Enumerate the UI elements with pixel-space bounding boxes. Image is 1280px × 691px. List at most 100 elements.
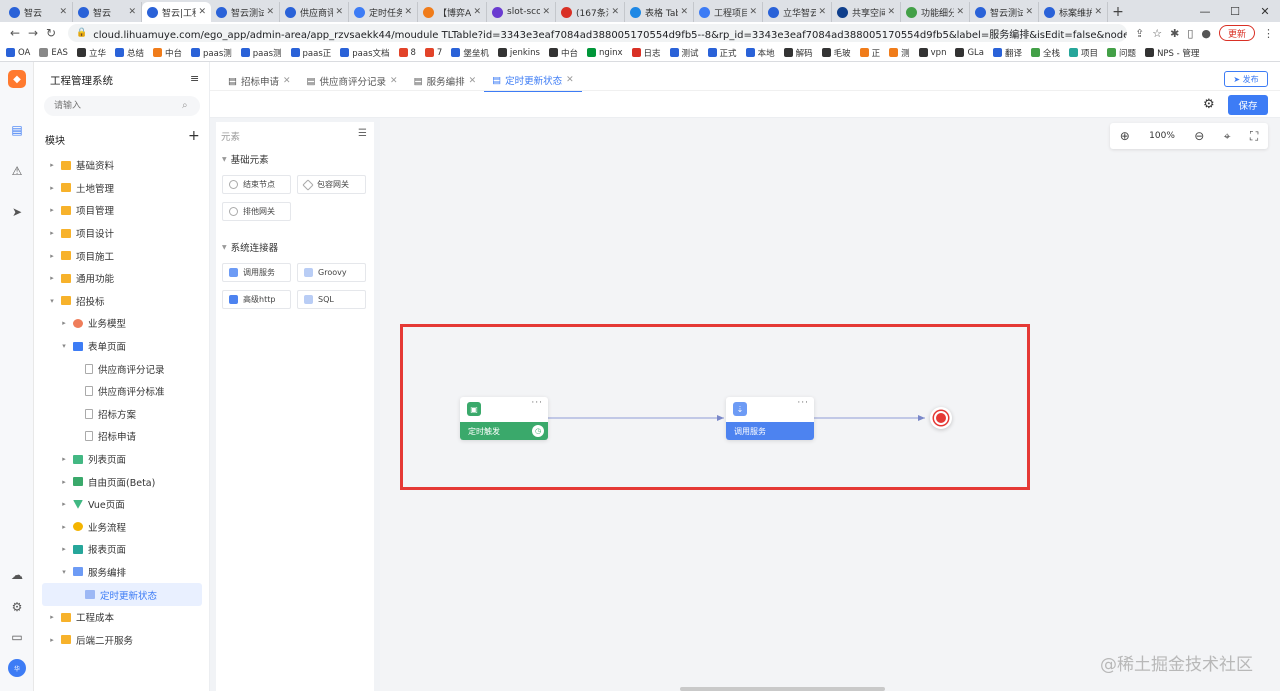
browser-tab[interactable]: 供应商评 ✕ <box>280 2 349 22</box>
canvas-scrollbar[interactable] <box>680 687 885 691</box>
folder-icon[interactable]: ▤ <box>9 122 25 138</box>
page-tab[interactable]: ▤ 服务编排 ✕ <box>406 70 485 92</box>
tree-item[interactable]: ▸ 通用功能 <box>34 267 210 290</box>
tree-item[interactable]: ▸ 项目设计 <box>34 222 210 245</box>
browser-tab[interactable]: 智云测试 ✕ <box>970 2 1039 22</box>
bookmark-item[interactable]: 日志 <box>631 47 661 59</box>
caret-icon[interactable]: ▸ <box>59 455 69 463</box>
page-tab[interactable]: ▤ 供应商评分记录 ✕ <box>299 70 406 92</box>
tab-close-icon[interactable]: ✕ <box>390 76 398 86</box>
bookmark-item[interactable]: 7 <box>424 48 442 58</box>
minimize-icon[interactable]: — <box>1190 0 1220 22</box>
browser-tab[interactable]: 表格 Tab ✕ <box>625 2 694 22</box>
bookmark-item[interactable]: EAS <box>39 48 68 58</box>
share-icon[interactable]: ⇪ <box>1135 27 1144 40</box>
tab-close-icon[interactable]: ✕ <box>749 7 757 17</box>
tree-item[interactable]: 供应商评分标准 <box>34 380 210 403</box>
page-tab[interactable]: ▤ 招标申请 ✕ <box>220 70 299 92</box>
node-more-icon[interactable]: ··· <box>531 398 543 408</box>
caret-icon[interactable]: ▸ <box>59 545 69 553</box>
tree-item[interactable]: ▸ 项目管理 <box>34 199 210 222</box>
tab-close-icon[interactable]: ✕ <box>59 7 67 17</box>
palette-item-http[interactable]: 高级http <box>222 290 291 309</box>
tree-item[interactable]: ▸ 自由页面(Beta) <box>34 470 210 493</box>
avatar[interactable]: 华 <box>8 659 26 677</box>
palette-item-sql[interactable]: SQL <box>297 290 366 309</box>
bookmark-item[interactable]: paas正 <box>290 47 331 59</box>
bookmark-item[interactable]: 毛玻 <box>821 47 851 59</box>
bookmark-item[interactable]: 正 <box>859 47 880 59</box>
palette-section-basic[interactable]: ▼ 基础元素 <box>222 152 269 166</box>
back-icon[interactable]: ← <box>6 26 24 40</box>
bookmark-item[interactable]: 中台 <box>152 47 182 59</box>
tree-item[interactable]: ▸ 列表页面 <box>34 448 210 471</box>
tab-close-icon[interactable]: ✕ <box>404 7 412 17</box>
tab-close-icon[interactable]: ✕ <box>473 7 481 17</box>
bookmark-item[interactable]: nginx <box>586 48 623 58</box>
caret-icon[interactable]: ▾ <box>47 297 57 305</box>
sidepanel-icon[interactable]: ▯ <box>1187 27 1193 40</box>
caret-icon[interactable]: ▸ <box>59 319 69 327</box>
tab-close-icon[interactable]: ✕ <box>1094 7 1102 17</box>
browser-tab[interactable]: slot-sco ✕ <box>487 2 556 22</box>
bookmark-item[interactable]: 测 <box>889 47 910 59</box>
bookmark-item[interactable]: 本地 <box>745 47 775 59</box>
new-tab-icon[interactable]: + <box>1108 2 1128 22</box>
caret-icon[interactable]: ▸ <box>47 184 57 192</box>
tab-close-icon[interactable]: ✕ <box>266 7 274 17</box>
tab-close-icon[interactable]: ✕ <box>198 7 206 17</box>
bookmark-item[interactable]: 正式 <box>707 47 737 59</box>
bookmark-item[interactable]: 项目 <box>1069 47 1098 59</box>
browser-tab[interactable]: 功能细分 ✕ <box>901 2 970 22</box>
collapse-palette-icon[interactable]: ☰ <box>358 128 367 139</box>
profile-icon[interactable]: ● <box>1201 27 1211 40</box>
bookmark-item[interactable]: 堡垒机 <box>451 47 489 59</box>
browser-tab[interactable]: 工程项目 ✕ <box>694 2 763 22</box>
tab-close-icon[interactable]: ✕ <box>1025 7 1033 17</box>
bookmark-item[interactable]: NPS - 管理 <box>1145 47 1199 59</box>
tree-item[interactable]: ▾ 服务编排 <box>34 561 210 584</box>
browser-tab[interactable]: 智云|工程✕ <box>142 2 211 22</box>
caret-icon[interactable]: ▸ <box>59 478 69 486</box>
rocket-icon[interactable]: ⚠ <box>9 163 25 179</box>
browser-tab[interactable]: 【博弈Ai ✕ <box>418 2 487 22</box>
tree-item[interactable]: ▸ 土地管理 <box>34 177 210 200</box>
menu-icon[interactable]: ≡ <box>190 72 199 85</box>
forward-icon[interactable]: → <box>24 26 42 40</box>
maximize-icon[interactable]: ☐ <box>1220 0 1250 22</box>
palette-item-call-service[interactable]: 调用服务 <box>222 263 291 282</box>
bookmark-item[interactable]: paas文档 <box>340 47 390 59</box>
publish-button[interactable]: ➤ 发布 <box>1224 71 1268 87</box>
browser-tab[interactable]: 标案维护 ✕ <box>1039 2 1108 22</box>
gear-icon[interactable]: ⚙ <box>1203 97 1215 112</box>
settings-icon[interactable]: ⚙ <box>9 599 25 615</box>
end-node[interactable] <box>930 407 952 429</box>
tab-close-icon[interactable]: ✕ <box>542 7 550 17</box>
browser-tab[interactable]: 定时任务 ✕ <box>349 2 418 22</box>
bookmark-item[interactable]: 全栈 <box>1031 47 1060 59</box>
bookmark-item[interactable]: 问题 <box>1107 47 1136 59</box>
app-logo-icon[interactable]: ◆ <box>8 70 26 88</box>
node-more-icon[interactable]: ··· <box>797 398 809 408</box>
caret-icon[interactable]: ▸ <box>47 274 57 282</box>
bookmark-item[interactable]: 8 <box>398 48 416 58</box>
tree-item[interactable]: 招标方案 <box>34 403 210 426</box>
tree-item[interactable]: ▸ 基础资料 <box>34 154 210 177</box>
tab-close-icon[interactable]: ✕ <box>680 7 688 17</box>
browser-tab[interactable]: 智云 ✕ <box>4 2 73 22</box>
tab-close-icon[interactable]: ✕ <box>887 7 895 17</box>
update-button[interactable]: 更新 <box>1218 25 1255 41</box>
tree-item[interactable]: 招标申请 <box>34 425 210 448</box>
browser-tab[interactable]: 共享空间 ✕ <box>832 2 901 22</box>
caret-icon[interactable]: ▾ <box>59 568 69 576</box>
caret-icon[interactable]: ▸ <box>47 613 57 621</box>
browser-tab[interactable]: 智云测试 ✕ <box>211 2 280 22</box>
more-menu-icon[interactable]: ⋮ <box>1263 27 1274 40</box>
bookmark-item[interactable]: 总结 <box>114 47 144 59</box>
bookmark-item[interactable]: 测试 <box>669 47 699 59</box>
bookmark-item[interactable]: vpn <box>918 48 946 58</box>
bookmark-item[interactable]: 立华 <box>76 47 106 59</box>
flow-canvas[interactable]: ⊕ 100% ⊖ ⌖ ⛶ ▣ ··· 定时触发 ◷ ⇣ ··· 调用服务 <box>380 118 1280 691</box>
bookmark-star-icon[interactable]: ☆ <box>1152 27 1162 40</box>
palette-item-end-node[interactable]: 结束节点 <box>222 175 291 194</box>
